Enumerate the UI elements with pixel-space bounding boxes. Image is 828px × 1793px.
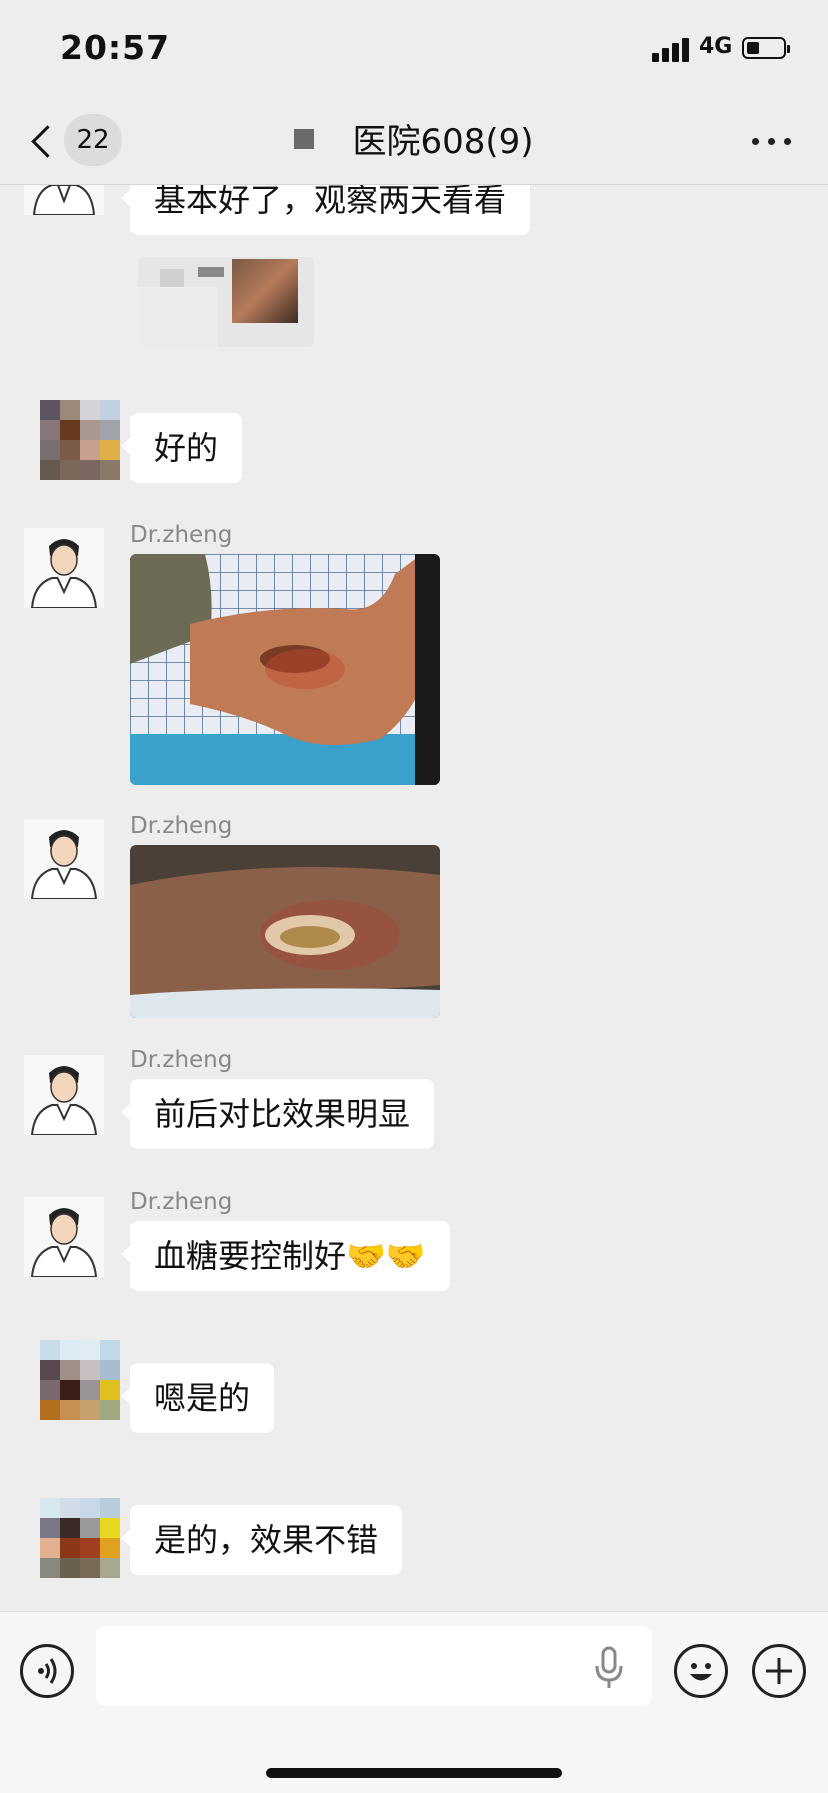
home-indicator <box>266 1768 562 1778</box>
avatar[interactable] <box>40 1340 120 1420</box>
message-image[interactable] <box>130 554 440 785</box>
chat-title-area: 医院608(9) <box>0 100 828 184</box>
wound-photo <box>130 554 440 785</box>
message-image[interactable] <box>130 845 440 1018</box>
message-list[interactable]: 基本好了，观察两天看看 好的 Dr.zheng Dr.zheng Dr.zhen… <box>0 185 828 1611</box>
doctor-avatar-icon <box>24 528 104 608</box>
sender-name: Dr.zheng <box>130 1047 233 1073</box>
avatar[interactable] <box>24 185 104 215</box>
message-bubble[interactable]: 前后对比效果明显 <box>120 1079 435 1149</box>
avatar[interactable] <box>24 528 104 608</box>
more-icon[interactable] <box>752 138 792 148</box>
message-text: 嗯是的 <box>154 1379 251 1417</box>
sender-name: Dr.zheng <box>130 813 233 839</box>
network-type: 4G <box>699 34 733 59</box>
message-bubble[interactable]: 基本好了，观察两天看看 <box>120 185 531 235</box>
doctor-avatar-icon <box>24 819 104 899</box>
message-input[interactable] <box>96 1626 652 1706</box>
chat-header: 医院608(9) 22 <box>0 100 828 185</box>
message-text: 血糖要控制好🤝🤝 <box>154 1237 426 1275</box>
unread-count-badge[interactable]: 22 <box>64 114 122 166</box>
microphone-icon[interactable] <box>594 1646 624 1690</box>
sender-name: Dr.zheng <box>130 1189 233 1215</box>
sender-name: Dr.zheng <box>130 522 233 548</box>
title-redaction <box>294 129 315 149</box>
avatar[interactable] <box>40 400 120 480</box>
doctor-avatar-icon <box>24 1055 104 1135</box>
wound-photo <box>130 845 440 1018</box>
back-icon[interactable] <box>28 120 58 164</box>
message-bubble[interactable]: 血糖要控制好🤝🤝 <box>121 1221 450 1291</box>
message-bubble[interactable]: 好的 <box>120 413 243 483</box>
plus-icon[interactable] <box>752 1644 806 1698</box>
avatar[interactable] <box>24 819 104 899</box>
message-text: 基本好了，观察两天看看 <box>154 185 507 219</box>
doctor-avatar-icon <box>24 185 104 215</box>
voice-icon[interactable] <box>20 1644 74 1698</box>
message-bubble[interactable]: 嗯是的 <box>120 1363 275 1433</box>
message-image[interactable] <box>138 257 314 347</box>
battery-icon <box>742 37 790 59</box>
emoji-icon[interactable] <box>674 1644 728 1698</box>
message-text: 前后对比效果明显 <box>154 1095 411 1133</box>
message-text: 是的，效果不错 <box>154 1521 379 1559</box>
message-bubble[interactable]: 是的，效果不错 <box>120 1505 403 1575</box>
avatar[interactable] <box>24 1197 104 1277</box>
avatar[interactable] <box>24 1055 104 1135</box>
chat-title: 医院608(9) <box>352 122 534 162</box>
input-bar <box>0 1611 828 1793</box>
signal-icon <box>652 38 692 62</box>
doctor-avatar-icon <box>24 1197 104 1277</box>
message-text: 好的 <box>154 429 219 467</box>
status-time: 20:57 <box>60 28 171 67</box>
status-bar: 20:57 4G <box>0 0 828 100</box>
avatar[interactable] <box>40 1498 120 1578</box>
